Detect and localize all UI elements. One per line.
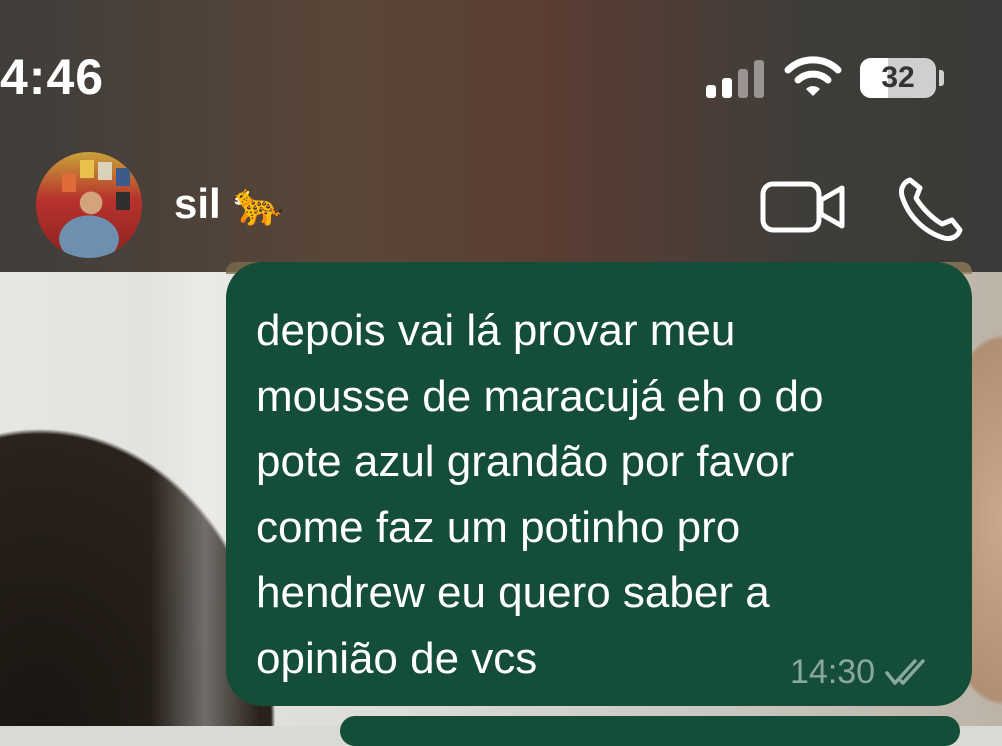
battery-cap [939,70,944,86]
status-time: 4:46 [0,49,105,105]
avatar-detail [80,160,94,178]
battery-level: 32 [881,61,915,94]
next-message-bubble-edge [340,716,960,746]
avatar-detail [116,168,130,186]
contact-avatar[interactable] [36,152,142,258]
battery-icon: 32 [860,58,936,98]
double-check-icon [885,659,925,685]
message-text: depois vai lá provar meu mousse de marac… [256,306,824,683]
message-meta: 14:30 [790,650,933,694]
chat-header: 4:46 32 sil 🐆 [0,0,1002,272]
video-call-icon[interactable] [760,178,846,236]
avatar-detail [116,192,130,210]
contact-name-text: sil [174,180,221,227]
leopard-emoji: 🐆 [232,180,285,227]
cellular-signal-icon [706,58,768,98]
contact-name[interactable]: sil 🐆 [174,180,285,229]
avatar-detail [62,174,76,192]
status-bar: 4:46 32 [0,0,1002,120]
wifi-icon [784,56,842,96]
avatar-detail [98,162,112,180]
message-time: 14:30 [790,652,876,691]
phone-call-icon[interactable] [896,174,966,244]
